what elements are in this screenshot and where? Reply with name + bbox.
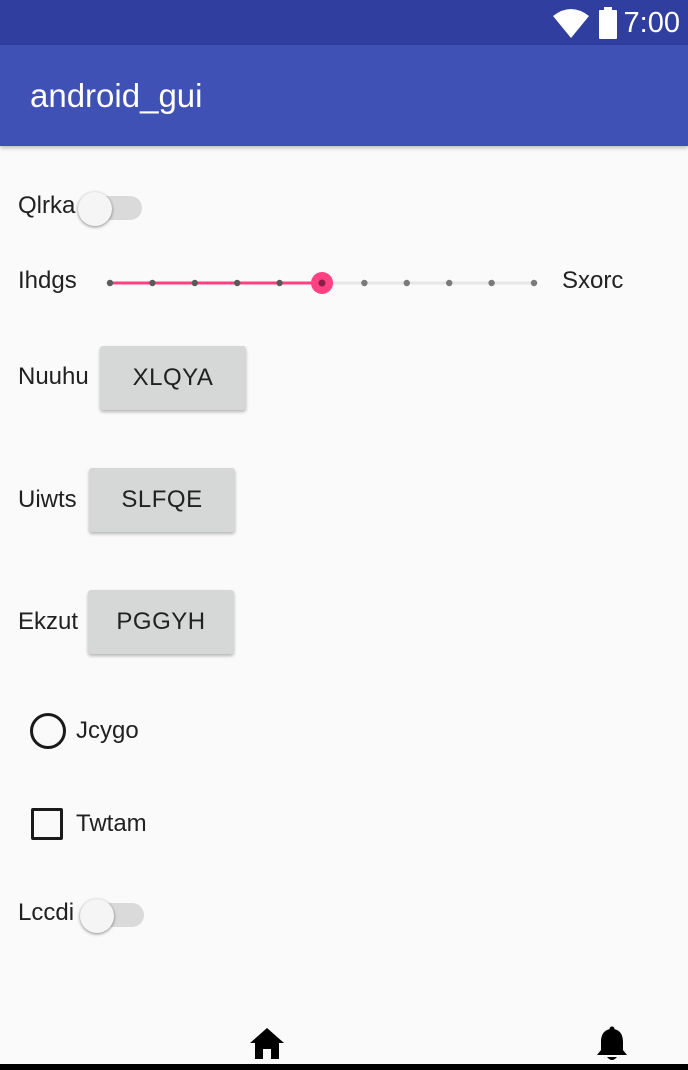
slider-tick xyxy=(191,279,198,287)
bell-icon[interactable] xyxy=(596,1026,628,1062)
xlqya-button[interactable]: XLQYA xyxy=(100,346,246,410)
toggle-switch-lccdi[interactable] xyxy=(80,893,144,933)
switch-label-qlrka: Qlrka xyxy=(18,192,76,219)
status-time: 7:00 xyxy=(623,7,680,39)
slider-label-left: Ihdgs xyxy=(18,267,77,294)
slider-thumb-center xyxy=(318,279,326,287)
home-icon[interactable] xyxy=(249,1027,285,1059)
radio-button-jcygo[interactable] xyxy=(30,713,66,749)
battery-icon xyxy=(599,7,617,39)
switch-thumb xyxy=(80,899,114,933)
switch-label-lccdi: Lccdi xyxy=(18,899,75,926)
toggle-switch-qlrka[interactable] xyxy=(78,186,142,226)
row-label-ekzut: Ekzut xyxy=(18,608,79,635)
slider-tick xyxy=(446,279,453,287)
slider-tick xyxy=(403,279,410,287)
checkbox-twtam[interactable] xyxy=(31,808,63,840)
slfqe-button[interactable]: SLFQE xyxy=(89,468,235,532)
system-navigation-bar xyxy=(0,1064,688,1070)
checkbox-label: Twtam xyxy=(76,810,147,837)
slider-tick xyxy=(234,279,241,287)
slider-tick xyxy=(361,279,368,287)
discrete-slider[interactable] xyxy=(104,266,540,300)
slider-label-right: Sxorc xyxy=(562,267,624,294)
switch-thumb xyxy=(78,192,112,226)
radio-label: Jcygo xyxy=(76,717,139,744)
row-label-uiwts: Uiwts xyxy=(18,486,77,513)
app-title: android_gui xyxy=(30,77,203,114)
pggyh-button[interactable]: PGGYH xyxy=(88,590,234,654)
slider-tick xyxy=(276,279,283,287)
slider-tick xyxy=(530,279,538,287)
app-bar: android_gui xyxy=(0,45,688,146)
slider-tick xyxy=(149,279,156,287)
slider-tick xyxy=(488,279,495,287)
wifi-icon xyxy=(553,9,589,38)
status-bar: 7:00 xyxy=(0,0,688,45)
row-label-nuuhu: Nuuhu xyxy=(18,363,89,390)
slider-tick xyxy=(106,279,114,287)
